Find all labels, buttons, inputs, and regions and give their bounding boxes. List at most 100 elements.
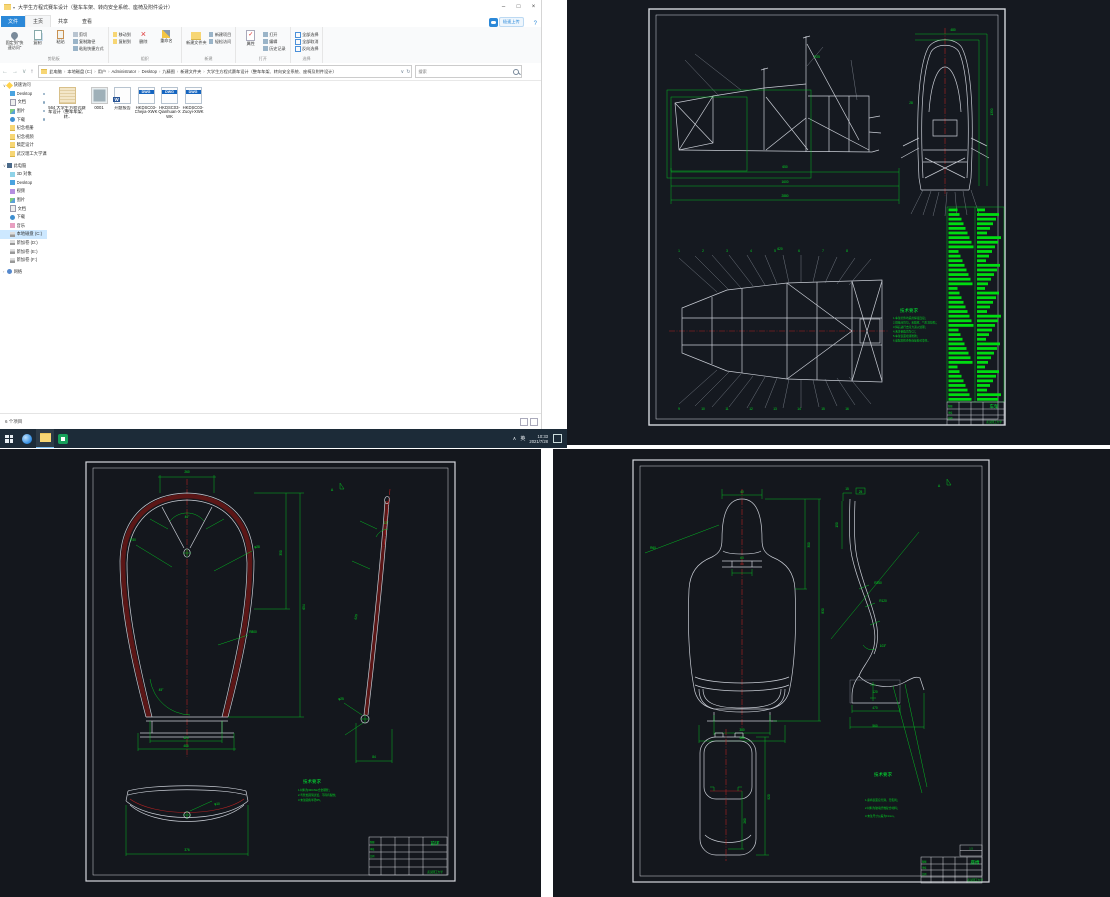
windows-logo-icon xyxy=(5,435,13,443)
paste-shortcut-button[interactable]: 粘贴快捷方式 xyxy=(73,45,104,52)
sidebar-item[interactable]: 新加卷 (D:) xyxy=(0,239,47,248)
file-item[interactable]: 0001 xyxy=(88,87,111,120)
breadcrumb-segment[interactable]: 此电脑 xyxy=(49,69,62,75)
rename-button[interactable]: 重命名 xyxy=(156,30,177,44)
sidebar-item-network[interactable]: › 网络 xyxy=(0,267,47,276)
breadcrumb-segment[interactable]: 新建文件夹 xyxy=(175,69,201,75)
copy-path-button[interactable]: 复制路径 xyxy=(73,38,104,45)
breadcrumb[interactable]: 此电脑本地磁盘 (C:)用户AdministratorDesktop九精图新建文… xyxy=(38,65,412,78)
sidebar-item[interactable]: 文档 xyxy=(0,98,47,107)
file-item[interactable]: W 开题报告 xyxy=(111,87,134,120)
sidebar-item[interactable]: 新加卷 (F:) xyxy=(0,256,47,265)
history-dropdown[interactable]: ∨ xyxy=(22,68,26,75)
cut-button[interactable]: 剪切 xyxy=(73,31,104,38)
tab-file[interactable]: 文件 xyxy=(1,16,25,27)
tray-chevron-icon[interactable]: ∧ xyxy=(513,436,517,442)
green-app-icon xyxy=(58,434,68,444)
taskbar-explorer-button[interactable] xyxy=(36,428,54,448)
minimize-button[interactable]: – xyxy=(496,1,511,14)
sidebar-item[interactable]: 纪念相册 xyxy=(0,124,47,133)
sidebar-item[interactable]: 文档 xyxy=(0,204,47,213)
sidebar-item[interactable]: 下载 xyxy=(0,213,47,222)
refresh-icon[interactable]: ∨ xyxy=(401,69,405,75)
new-folder-icon xyxy=(191,32,201,40)
sidebar-item[interactable]: 3D 对象 xyxy=(0,170,47,179)
tab-view[interactable]: 查看 xyxy=(75,16,99,27)
sidebar-item[interactable]: 武汉理工大学课程 xyxy=(0,150,47,159)
paste-button[interactable]: 粘贴 xyxy=(50,30,71,45)
copy-button[interactable]: 复制 xyxy=(27,30,48,46)
start-button[interactable] xyxy=(0,429,18,448)
sidebar-section-this-pc[interactable]: ∨ 此电脑 xyxy=(0,161,47,170)
sidebar-item[interactable]: 图片 xyxy=(0,196,47,205)
pin-to-quick-access-button[interactable]: 固定到"快速访问" xyxy=(4,30,25,50)
svg-text:2.焊缝应均匀，无裂纹、气孔等缺陷；: 2.焊缝应均匀，无裂纹、气孔等缺陷； xyxy=(893,321,938,325)
select-none-button[interactable]: 全部取消 xyxy=(295,38,319,45)
file-item[interactable]: 564 大学生方程式赛车设计（整车车架、转.. xyxy=(47,87,87,120)
file-item[interactable]: DWG HKDSC03-Qianhuan-XWK xyxy=(158,87,181,120)
sidebar-item[interactable]: 稿定设计 xyxy=(0,141,47,150)
item-icon xyxy=(10,109,15,114)
sidebar-section-quick-access[interactable]: ∨ 快速访问 xyxy=(0,81,47,90)
svg-text:486: 486 xyxy=(183,744,189,748)
svg-text:3.焊后进行去应力退火处理；: 3.焊后进行去应力退火处理； xyxy=(893,325,928,329)
properties-button[interactable]: ✓ 属性 xyxy=(240,30,261,47)
close-button[interactable]: × xyxy=(526,1,541,14)
explorer-window-icon xyxy=(4,4,11,10)
file-item[interactable]: DWG HKDSC03-Zuoyi-XWK xyxy=(182,87,205,120)
history-button[interactable]: 历史记录 xyxy=(263,45,285,52)
invert-selection-icon xyxy=(295,46,301,52)
item-count: 6 个项目 xyxy=(5,419,22,425)
svg-text:486: 486 xyxy=(739,736,745,740)
thumbnails-view-icon[interactable] xyxy=(530,418,538,426)
tab-home[interactable]: 主页 xyxy=(25,15,51,27)
quick-access-toolbar[interactable]: ▾ xyxy=(13,5,15,10)
back-button[interactable]: ← xyxy=(2,69,8,75)
cloud-sync-badge[interactable]: 极速上传 xyxy=(489,17,524,27)
breadcrumb-segment[interactable]: 本地磁盘 (C:) xyxy=(62,69,92,75)
svg-text:7: 7 xyxy=(822,249,824,253)
sidebar-item[interactable]: 视频 xyxy=(0,187,47,196)
sidebar-item[interactable]: 下载 xyxy=(0,115,47,124)
breadcrumb-segment[interactable]: Administrator xyxy=(106,69,136,75)
breadcrumb-segment[interactable]: 九精图 xyxy=(157,69,175,75)
sidebar-item[interactable]: 纪念视频 xyxy=(0,133,47,142)
up-button[interactable]: ↑ xyxy=(30,69,33,75)
taskbar-app-button[interactable] xyxy=(54,429,72,448)
delete-button[interactable]: × 删除 xyxy=(133,30,154,45)
sidebar-item[interactable]: 新加卷 (E:) xyxy=(0,247,47,256)
side-view-dimensions xyxy=(667,90,899,204)
sidebar-item[interactable]: Desktop xyxy=(0,90,47,99)
sidebar-item[interactable]: Desktop xyxy=(0,179,47,188)
sidebar-item[interactable]: 本地磁盘 (C:) xyxy=(0,230,47,239)
copy-to-button[interactable]: 复制到 xyxy=(113,38,131,45)
new-item-button[interactable]: 新建项目 xyxy=(209,31,231,38)
sidebar-item[interactable]: 音乐 xyxy=(0,222,47,231)
file-item[interactable]: DWG HKDSC03-Chejia-XWK xyxy=(135,87,158,120)
refresh-button[interactable]: ↻ xyxy=(406,69,410,75)
svg-text:1:5: 1:5 xyxy=(969,847,973,851)
breadcrumb-segment[interactable]: Desktop xyxy=(136,69,157,75)
new-folder-button[interactable]: 新建文件夹 xyxy=(186,30,207,46)
search-box[interactable] xyxy=(415,65,522,78)
invert-selection-button[interactable]: 反向选择 xyxy=(295,45,319,52)
forward-button[interactable]: → xyxy=(12,69,18,75)
sidebar-item[interactable]: 图片 xyxy=(0,107,47,116)
clock[interactable]: 10:33 2021/7/28 xyxy=(529,434,548,444)
details-view-icon[interactable] xyxy=(520,418,528,426)
select-all-button[interactable]: 全部选择 xyxy=(295,31,319,38)
breadcrumb-segment[interactable]: 用户 xyxy=(92,69,106,75)
tab-share[interactable]: 共享 xyxy=(51,16,75,27)
easy-access-button[interactable]: 轻松访问 xyxy=(209,38,231,45)
move-to-button[interactable]: 移动到 xyxy=(113,31,131,38)
maximize-button[interactable]: □ xyxy=(511,1,526,14)
svg-text:4.未注倒角均为C2；: 4.未注倒角均为C2； xyxy=(893,330,918,334)
delete-icon: × xyxy=(138,30,148,39)
taskbar-browser-button[interactable] xyxy=(18,429,36,448)
edit-button[interactable]: 编辑 xyxy=(263,38,285,45)
breadcrumb-segment[interactable]: 大学生方程式赛车设计（整车车架、转向安全系统、座椅及附件设计） xyxy=(201,69,336,75)
open-button[interactable]: 打开 xyxy=(263,31,285,38)
action-center-icon[interactable] xyxy=(553,434,562,443)
search-input[interactable] xyxy=(416,69,510,74)
language-indicator[interactable]: 英 xyxy=(520,435,525,442)
